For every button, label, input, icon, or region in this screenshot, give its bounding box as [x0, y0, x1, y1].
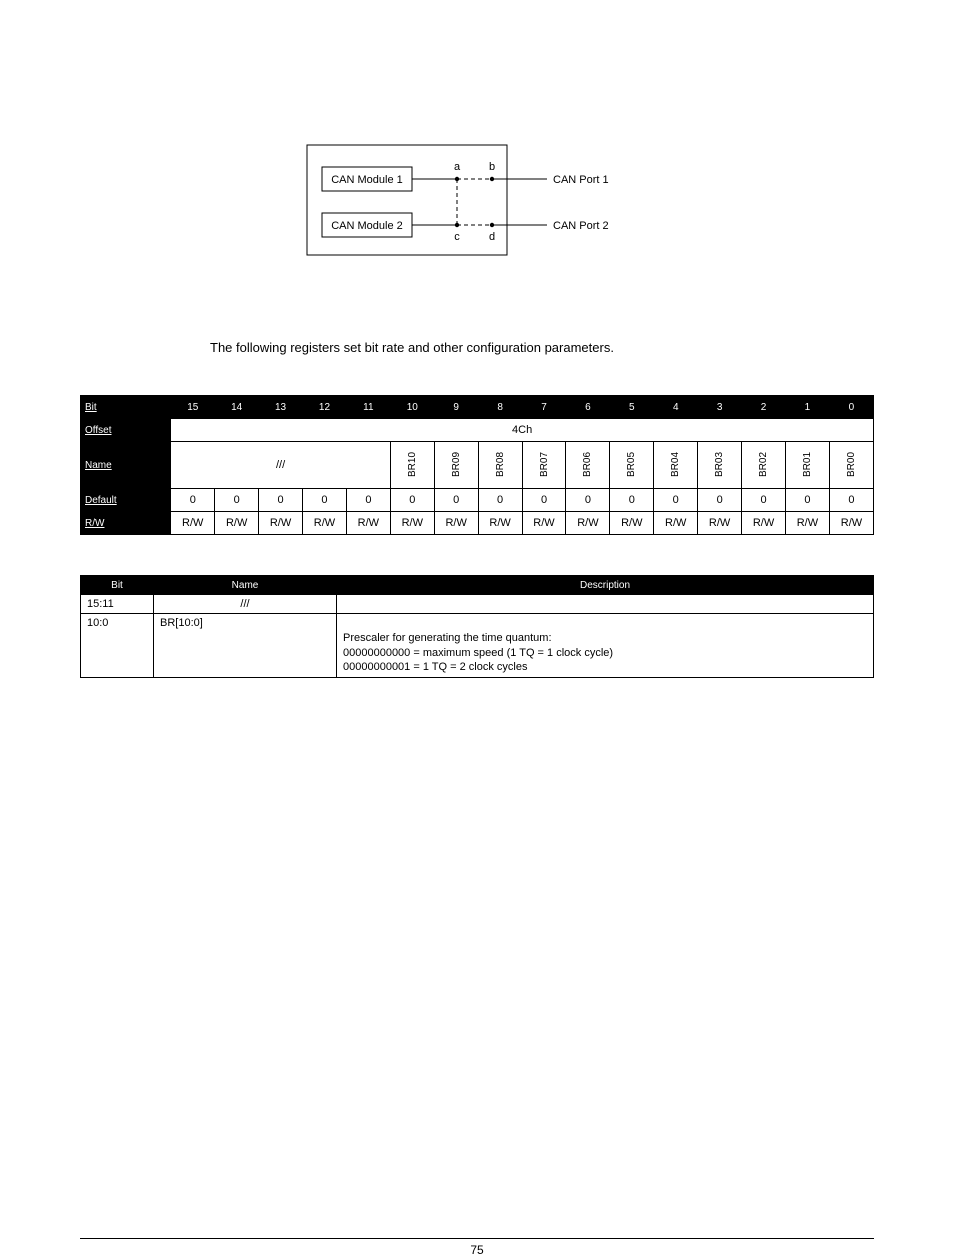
desc-head-bit: Bit	[81, 576, 154, 595]
desc-description	[337, 595, 874, 614]
rw-cell: R/W	[742, 512, 786, 535]
bit-header: 9	[434, 396, 478, 419]
bit-header: 11	[346, 396, 390, 419]
bit-name: BR10	[390, 442, 434, 489]
rw-cell: R/W	[566, 512, 610, 535]
bit-name: BR06	[566, 442, 610, 489]
rw-cell: R/W	[215, 512, 259, 535]
default-cell: 0	[610, 489, 654, 512]
port1-label: CAN Port 1	[553, 174, 609, 186]
bit-name: BR00	[829, 442, 873, 489]
node-a-label: a	[454, 161, 461, 173]
bit-name: BR09	[434, 442, 478, 489]
bit-header: 15	[171, 396, 215, 419]
row-label-bit: Bit	[81, 396, 171, 419]
desc-bit: 10:0	[81, 614, 154, 678]
bit-header: 6	[566, 396, 610, 419]
bit-header: 1	[785, 396, 829, 419]
bit-name: BR05	[610, 442, 654, 489]
default-cell: 0	[522, 489, 566, 512]
default-cell: 0	[303, 489, 347, 512]
desc-description: Prescaler for generating the time quantu…	[337, 614, 874, 678]
default-cell: 0	[654, 489, 698, 512]
default-cell: 0	[478, 489, 522, 512]
default-cell: 0	[698, 489, 742, 512]
bit-name: BR02	[742, 442, 786, 489]
desc-head-description: Description	[337, 576, 874, 595]
rw-cell: R/W	[259, 512, 303, 535]
rw-cell: R/W	[478, 512, 522, 535]
default-cell: 0	[215, 489, 259, 512]
default-cell: 0	[742, 489, 786, 512]
desc-head-name: Name	[154, 576, 337, 595]
default-cell: 0	[259, 489, 303, 512]
desc-name: ///	[154, 595, 337, 614]
register-description-table: Bit Name Description 15:11 /// 10:0 BR[1…	[80, 575, 874, 678]
desc-name: BR[10:0]	[154, 614, 337, 678]
bit-header: 7	[522, 396, 566, 419]
module2-label: CAN Module 2	[331, 220, 403, 232]
bit-header: 0	[829, 396, 873, 419]
bit-name: BR08	[478, 442, 522, 489]
node-c-label: c	[454, 231, 460, 243]
desc-bit: 15:11	[81, 595, 154, 614]
register-bit-table: Bit 15 14 13 12 11 10 9 8 7 6 5 4 3 2 1 …	[80, 395, 874, 535]
node-d-label: d	[489, 231, 495, 243]
row-label-name: Name	[81, 442, 171, 489]
bit-name: BR07	[522, 442, 566, 489]
register-offset: 4Ch	[171, 419, 874, 442]
bit-header: 3	[698, 396, 742, 419]
default-cell: 0	[171, 489, 215, 512]
rw-cell: R/W	[785, 512, 829, 535]
row-label-offset: Offset	[81, 419, 171, 442]
rw-cell: R/W	[303, 512, 347, 535]
default-cell: 0	[785, 489, 829, 512]
row-label-rw: R/W	[81, 512, 171, 535]
default-cell: 0	[829, 489, 873, 512]
module1-label: CAN Module 1	[331, 174, 403, 186]
rw-cell: R/W	[346, 512, 390, 535]
register-reserved: ///	[171, 442, 391, 489]
bit-header: 12	[303, 396, 347, 419]
rw-cell: R/W	[654, 512, 698, 535]
port2-label: CAN Port 2	[553, 220, 609, 232]
rw-cell: R/W	[390, 512, 434, 535]
rw-cell: R/W	[171, 512, 215, 535]
bit-header: 5	[610, 396, 654, 419]
can-module-diagram: CAN Module 1 CAN Module 2 a	[267, 130, 687, 260]
rw-cell: R/W	[434, 512, 478, 535]
bit-header: 10	[390, 396, 434, 419]
bit-header: 4	[654, 396, 698, 419]
table-row: 15:11 ///	[81, 595, 874, 614]
rw-cell: R/W	[698, 512, 742, 535]
bit-header: 8	[478, 396, 522, 419]
rw-cell: R/W	[829, 512, 873, 535]
default-cell: 0	[434, 489, 478, 512]
node-b-label: b	[489, 161, 495, 173]
default-cell: 0	[390, 489, 434, 512]
table-row: 10:0 BR[10:0] Prescaler for generating t…	[81, 614, 874, 678]
page-number: 75	[80, 1238, 874, 1257]
bit-header: 2	[742, 396, 786, 419]
default-cell: 0	[346, 489, 390, 512]
bit-name: BR03	[698, 442, 742, 489]
default-cell: 0	[566, 489, 610, 512]
bit-header: 13	[259, 396, 303, 419]
bit-name: BR01	[785, 442, 829, 489]
rw-cell: R/W	[610, 512, 654, 535]
intro-text: The following registers set bit rate and…	[210, 340, 774, 355]
rw-cell: R/W	[522, 512, 566, 535]
row-label-default: Default	[81, 489, 171, 512]
bit-name: BR04	[654, 442, 698, 489]
bit-header: 14	[215, 396, 259, 419]
